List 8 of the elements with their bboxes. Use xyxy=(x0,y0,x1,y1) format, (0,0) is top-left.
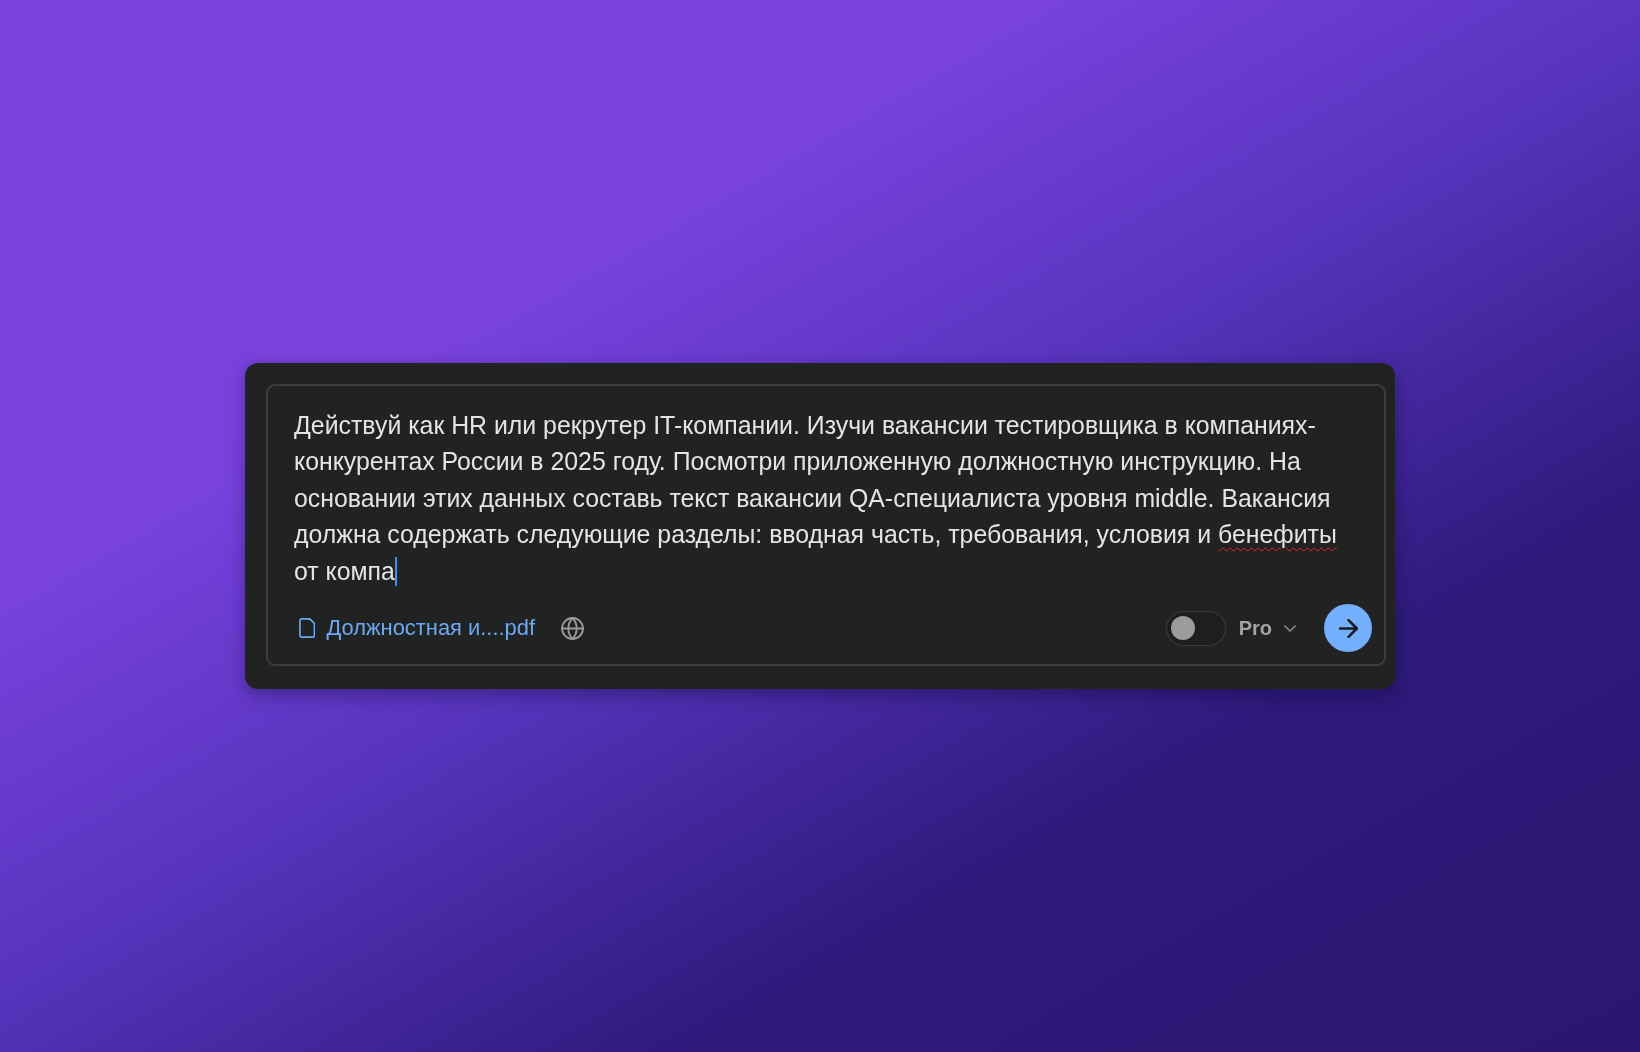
send-button[interactable] xyxy=(1324,604,1372,653)
globe-icon[interactable] xyxy=(561,617,584,640)
chevron-down-icon xyxy=(1284,625,1296,632)
attachment-link[interactable]: Должностная и....pdf xyxy=(299,615,535,642)
prompt-input[interactable]: Действуй как HR или рекрутер IT-компании. Изучи вакансии тестировщика в компаниях-конкурентах России в 2025 году. Посмотри приложенную должностную инструкцию. На основании этих данных составь текст вакансии QA-специалиста уровня middle. Вакансия должна содержать следующие разделы: вводная часть, требования, условия и бенефиты от компа xyxy=(292,407,1372,591)
file-icon xyxy=(299,618,316,639)
toggle-switch[interactable] xyxy=(1165,611,1226,646)
model-dropdown[interactable]: Pro xyxy=(1238,617,1296,640)
